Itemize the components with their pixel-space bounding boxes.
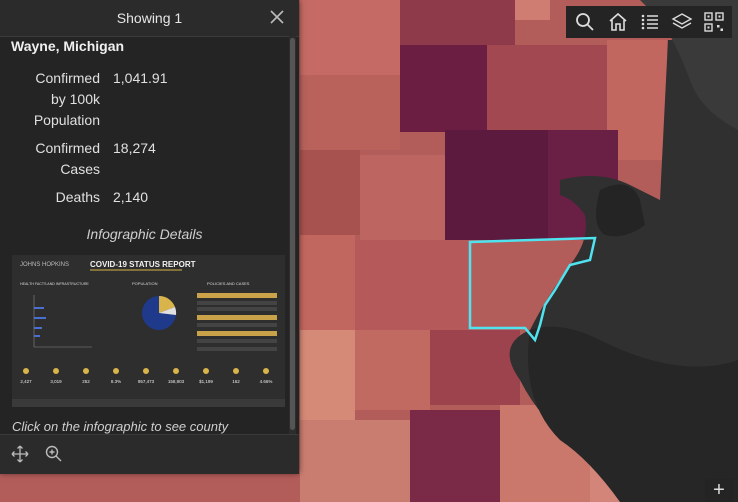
infographic-stat: 2,427: [20, 379, 32, 384]
field-label-deaths: Deaths: [55, 189, 100, 205]
field-label-confirmed-cases: Confirmed Cases: [35, 140, 100, 177]
infographic-stat: 4.66%: [260, 379, 273, 384]
move-icon[interactable]: [10, 444, 30, 464]
field-value-deaths: 2,140: [113, 189, 149, 205]
infographic-image[interactable]: JOHNS HOPKINS COVID-19 STATUS REPORT HEA…: [12, 255, 285, 407]
feature-popup: Showing 1 Wayne, Michigan Confirmed by 1…: [0, 0, 299, 474]
infographic-brand: JOHNS HOPKINS: [20, 262, 69, 268]
popup-scrollbar[interactable]: [289, 36, 296, 434]
home-icon[interactable]: [606, 10, 630, 34]
infographic-report-title: COVID-19 STATUS REPORT: [90, 260, 196, 269]
infographic-stat: $1,199: [199, 379, 213, 384]
infographic-click-note: Click on the infographic to see county: [12, 419, 229, 434]
infographic-stat: 957,473: [138, 379, 155, 384]
zoom-in-button[interactable]: +: [705, 479, 733, 502]
map-toolbar: [566, 6, 732, 38]
popup-title: Showing 1: [116, 10, 183, 26]
infographic-stat: 3,019: [50, 379, 62, 384]
field-label-confirmed-per-100k: Confirmed by 100k Population: [33, 70, 100, 128]
infographic-section-population: POPULATION: [132, 281, 158, 286]
scroll-thumb[interactable]: [290, 38, 295, 430]
popup-body[interactable]: Wayne, Michigan Confirmed by 100k Popula…: [0, 36, 289, 434]
field-value-confirmed-per-100k: 1,041.91: [113, 70, 168, 86]
infographic-stat: 162: [232, 379, 240, 384]
close-icon[interactable]: [269, 9, 285, 25]
infographic-section-health: HEALTH FACTS AND INFRASTRUCTURE: [20, 282, 89, 286]
layers-icon[interactable]: [670, 10, 694, 34]
field-value-confirmed-cases: 18,274: [113, 140, 156, 156]
search-icon[interactable]: [573, 10, 597, 34]
popup-footer: [0, 434, 299, 474]
county-name: Wayne, Michigan: [11, 38, 125, 54]
infographic-section-policies: POLICIES AND CASES: [207, 281, 250, 286]
infographic-details-heading: Infographic Details: [86, 226, 203, 242]
legend-icon[interactable]: [638, 10, 662, 34]
zoom-to-icon[interactable]: [44, 444, 64, 464]
popup-header: Showing 1: [0, 0, 299, 37]
infographic-stat: 158,903: [168, 379, 185, 384]
qr-icon[interactable]: [702, 10, 726, 34]
infographic-stat: 8.3%: [111, 379, 121, 384]
infographic-stat: 252: [82, 379, 90, 384]
